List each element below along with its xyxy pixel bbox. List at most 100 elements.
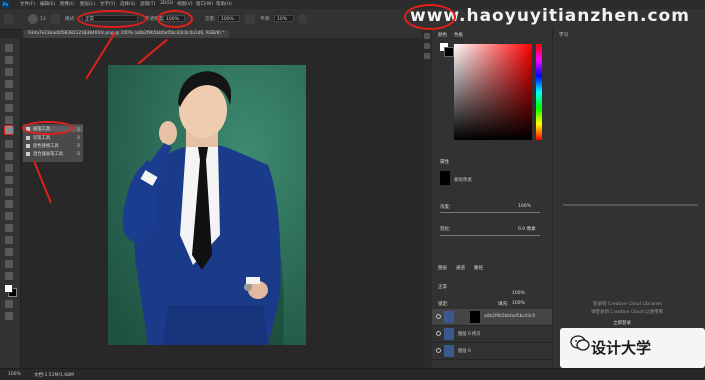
tab-paths[interactable]: 路径 [474,265,483,271]
move-tool-icon[interactable] [5,44,13,52]
hue-slider[interactable] [536,44,542,140]
menu-view[interactable]: 视图(V) [177,1,193,7]
tab-learn[interactable]: 学习 [559,32,568,38]
man-in-blue-suit-image [108,65,306,345]
lasso-tool-icon[interactable] [5,68,13,76]
quick-select-tool-icon[interactable] [5,80,13,88]
annotation-oval-watermark [404,4,456,30]
menu-layer[interactable]: 图层(L) [80,1,95,7]
crop-tool-icon[interactable] [5,92,13,100]
color-picker-field[interactable] [454,44,532,140]
feather-slider[interactable] [440,235,540,236]
layer-mask-thumbnail[interactable] [470,311,480,323]
shape-tool-icon[interactable] [5,248,13,256]
tools-panel [0,38,21,368]
menu-select[interactable]: 选择(S) [120,1,135,7]
brush-preset-icon[interactable] [4,14,14,24]
wechat-icon [570,335,590,351]
airbrush-icon[interactable] [245,14,255,24]
panel-divider [563,204,698,206]
layer-name[interactable]: a0b2f9b5bbfad5bcd3c0 [484,314,535,319]
layer-name[interactable]: 图层 0 [458,348,471,354]
photoshop-logo-icon[interactable]: Ps [2,1,9,8]
tab-color[interactable]: 颜色 [438,32,447,38]
visibility-eye-icon[interactable] [436,331,441,336]
layer-name[interactable]: 图层 0 拷贝 [458,331,481,337]
fill-value[interactable]: 100% [512,301,525,306]
mode-label: 模式: [65,17,76,22]
pen-tool-icon[interactable] [5,212,13,220]
menu-edit[interactable]: 编辑(E) [40,1,55,7]
smoothing-field[interactable]: 10% [274,15,294,22]
document-tab[interactable]: 934a7e23aad1f0838212183846fdc.png @ 100%… [24,30,229,38]
clone-stamp-tool-icon[interactable] [5,140,13,148]
flyout-pencil-tool[interactable]: 铅笔工具 [26,135,50,141]
menu-file[interactable]: 文件(F) [20,1,35,7]
tab-swatches[interactable]: 色板 [454,32,463,38]
foreground-color-swatch[interactable] [4,284,13,293]
visibility-eye-icon[interactable] [436,348,441,353]
blur-tool-icon[interactable] [5,188,13,196]
tab-properties[interactable]: 属性 [440,159,449,165]
layer-row[interactable]: 图层 0 拷贝 [432,326,552,343]
smoothing-label: 平滑: [260,17,271,22]
menu-3d[interactable]: 3D(D) [160,1,173,6]
cc-login-button[interactable]: 立即登录 [613,320,631,326]
canvas-photo[interactable] [108,65,306,345]
eraser-tool-icon[interactable] [5,164,13,172]
density-slider[interactable] [440,212,540,213]
fill-label: 填充: [498,302,509,307]
menu-filter[interactable]: 滤镜(T) [140,1,155,7]
hand-tool-icon[interactable] [5,260,13,268]
path-select-tool-icon[interactable] [5,236,13,244]
healing-brush-tool-icon[interactable] [5,116,13,124]
quick-mask-icon[interactable] [5,300,13,308]
tab-channels[interactable]: 通道 [456,265,465,271]
brush-tool-icon[interactable] [4,125,14,135]
flyout-mixer-brush-tool[interactable]: 混合器画笔工具 [26,151,63,157]
flyout-color-replace-tool[interactable]: 颜色替换工具 [26,143,59,149]
zoom-tool-icon[interactable] [5,272,13,280]
brush-size-picker-icon[interactable] [28,14,38,24]
tab-layers[interactable]: 图层 [438,265,447,271]
brand-name: 设计大学 [591,339,652,357]
mixer-brush-icon [26,151,30,156]
layer-row[interactable]: 图层 0 [432,343,552,360]
flyout-shortcut: B [77,143,80,148]
dodge-tool-icon[interactable] [5,200,13,208]
marquee-tool-icon[interactable] [5,56,13,64]
history-panel-icon[interactable] [424,33,430,39]
eyedropper-tool-icon[interactable] [5,104,13,112]
flow-field[interactable]: 100% [218,15,240,22]
gradient-tool-icon[interactable] [5,176,13,184]
smoothing-settings-gear-icon[interactable] [298,14,308,24]
document-tab-bar: 934a7e23aad1f0838212183846fdc.png @ 100%… [22,29,422,38]
menu-image[interactable]: 图像(I) [60,1,74,7]
zoom-readout[interactable]: 100% [8,372,21,377]
brush-panel-toggle-icon[interactable] [50,14,60,24]
menu-type[interactable]: 文字(Y) [100,1,115,7]
flyout-shortcut: B [77,135,80,140]
layer-row[interactable]: a0b2f9b5bbfad5bcd3c0 [432,309,552,326]
feather-value: 0.0 像素 [518,227,536,232]
screen-mode-icon[interactable] [5,312,13,320]
annotation-oval-opacity [157,10,193,28]
flyout-item-label: 颜色替换工具 [33,144,59,149]
history-brush-tool-icon[interactable] [5,152,13,160]
blend-mode-select[interactable]: 正常 [438,284,447,290]
type-tool-icon[interactable] [5,224,13,232]
flyout-item-label: 混合器画笔工具 [33,152,64,157]
menu-window[interactable]: 窗口(W) [196,1,213,7]
menu-help[interactable]: 帮助(H) [216,1,232,7]
swatches-panel-icon[interactable] [424,43,430,49]
density-value: 100% [518,204,531,209]
brush-settings-panel-icon[interactable] [424,53,430,59]
lock-label: 锁定: [438,302,449,307]
libraries-panel: 学习 登录到 Creative Cloud Libraries 请登录到 Cre… [553,29,705,369]
color-bg-swatch[interactable] [444,47,454,57]
density-label: 浓度: [440,205,451,210]
visibility-eye-icon[interactable] [436,314,441,319]
layer-opacity-field[interactable]: 100% [512,291,525,296]
annotation-oval-mode [77,10,147,28]
collapsed-panel-icons [422,29,432,369]
